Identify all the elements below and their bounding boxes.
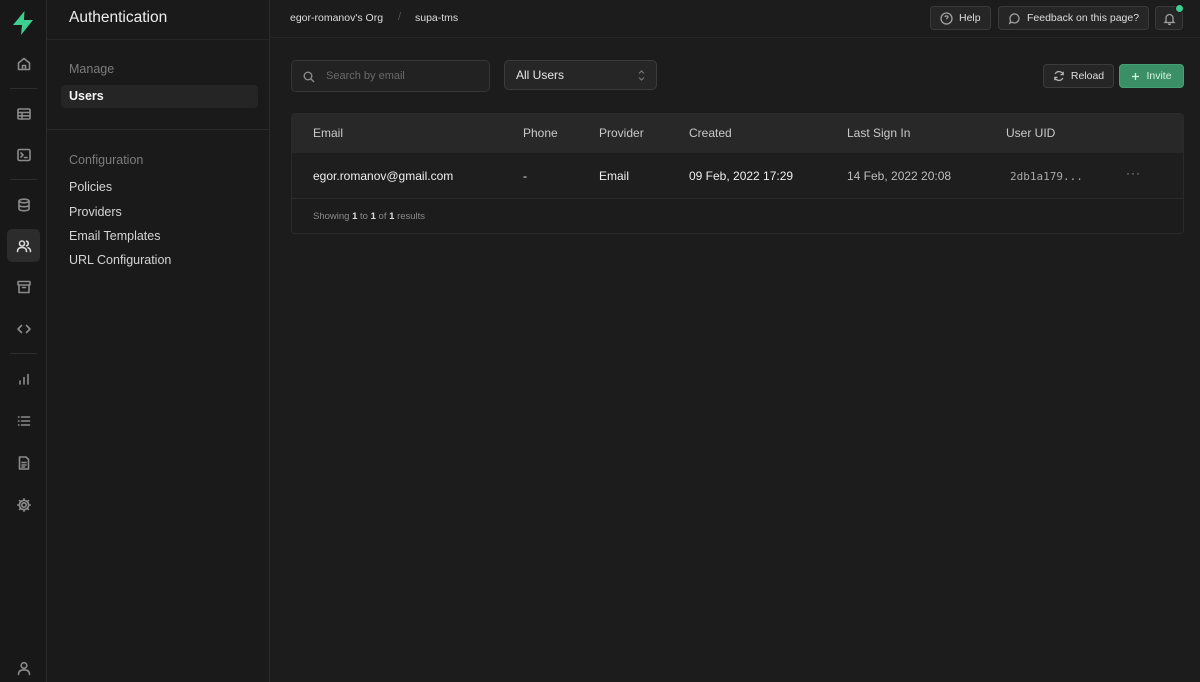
notifications-button[interactable] [1155,4,1184,30]
user-filter-value: All Users [516,68,565,82]
table-editor-icon[interactable] [7,97,40,130]
breadcrumb-project[interactable]: supa-tms [415,12,458,24]
database-icon[interactable] [7,188,40,221]
cell-created: 09 Feb, 2022 17:29 [689,169,794,183]
column-header-phone: Phone [523,126,558,140]
reload-label: Reload [1070,70,1105,82]
sidebar-item-policies[interactable]: Policies [61,176,258,199]
message-icon [1008,12,1020,24]
docs-icon[interactable] [7,446,40,479]
cell-user-uid: 2db1a179... [1010,170,1083,183]
users-table: Email Phone Provider Created Last Sign I… [291,113,1184,234]
cell-phone: - [523,169,527,183]
reload-button[interactable]: Reload [1043,64,1114,88]
plus-icon [1132,72,1140,80]
chevron-up-down-icon [638,70,645,81]
logs-icon[interactable] [7,404,40,437]
table-row[interactable]: egor.romanov@gmail.com - Email 09 Feb, 2… [292,153,1183,199]
auth-users-icon[interactable] [7,229,40,262]
supabase-logo[interactable] [11,10,35,36]
column-header-provider: Provider [599,126,644,140]
top-bar: egor-romanov's Org / supa-tms Help Feedb… [270,0,1200,38]
results-to: 1 [370,211,376,222]
cell-provider: Email [599,169,630,183]
home-icon[interactable] [7,47,40,80]
help-label: Help [959,12,981,24]
rail-divider [10,88,37,89]
results-summary: Showing 1 to 1 of 1 results [313,211,425,222]
reports-icon[interactable] [7,362,40,395]
user-filter-select[interactable]: All Users [504,60,657,90]
sql-editor-icon[interactable] [7,138,40,171]
breadcrumb-separator: / [398,11,402,23]
column-header-email: Email [313,126,344,140]
icon-rail [0,0,47,682]
rail-divider [10,179,37,180]
cell-email: egor.romanov@gmail.com [313,169,454,183]
help-circle-icon [940,11,953,25]
invite-label: Invite [1146,70,1172,82]
sidebar-item-users[interactable]: Users [61,85,258,108]
sidebar-divider [47,129,270,130]
results-to-word: to [360,211,368,222]
results-of-word: of [378,211,387,222]
sidebar-item-url-configuration[interactable]: URL Configuration [61,249,258,272]
notification-indicator [1175,4,1184,13]
sidebar-item-providers[interactable]: Providers [61,201,258,224]
column-header-user-uid: User UID [1006,126,1056,140]
rail-divider [10,353,37,354]
profile-icon[interactable] [7,651,40,682]
table-header: Email Phone Provider Created Last Sign I… [292,114,1183,153]
results-suffix: results [397,211,426,222]
search-field[interactable] [291,60,490,92]
manage-heading: Manage [69,62,115,76]
feedback-button[interactable]: Feedback on this page? [998,6,1150,30]
row-actions-button[interactable]: ··· [1126,166,1141,180]
results-total: 1 [389,211,395,222]
api-code-icon[interactable] [7,312,40,345]
column-header-last-sign-in: Last Sign In [847,126,911,140]
auth-sidebar: Authentication Manage Users Configuratio… [47,0,270,682]
title-divider [47,39,270,40]
sidebar-item-email-templates[interactable]: Email Templates [61,225,258,248]
invite-button[interactable]: Invite [1119,64,1184,88]
results-from: 1 [352,211,358,222]
column-header-created: Created [689,126,732,140]
feedback-label: Feedback on this page? [1027,12,1140,24]
breadcrumb-org[interactable]: egor-romanov's Org [290,12,383,24]
help-button[interactable]: Help [930,6,991,30]
results-prefix: Showing [313,211,350,222]
storage-icon[interactable] [7,270,40,303]
search-input[interactable] [326,61,484,91]
search-icon [303,71,315,83]
section-title: Authentication [69,9,168,26]
settings-icon[interactable] [7,488,40,521]
bell-icon [1162,13,1176,25]
refresh-icon [1054,70,1064,82]
cell-last-sign-in: 14 Feb, 2022 20:08 [847,169,952,183]
configuration-heading: Configuration [69,153,144,167]
